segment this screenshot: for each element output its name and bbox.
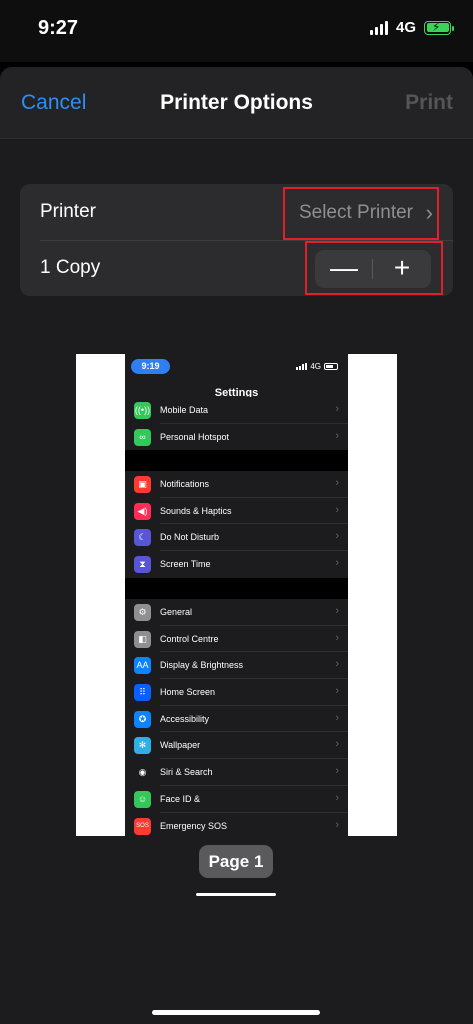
display-icon: AA bbox=[134, 657, 151, 675]
preview-item-label: Personal Hotspot bbox=[160, 431, 230, 442]
signal-icon bbox=[369, 20, 388, 35]
chevron-right-icon: › bbox=[335, 403, 339, 415]
chevron-right-icon: › bbox=[335, 738, 339, 751]
hotspot-icon: ∞ bbox=[134, 428, 151, 446]
nav-bar: Cancel Printer Options Print bbox=[0, 67, 473, 139]
preview-item-label: Face ID & bbox=[160, 793, 201, 804]
flower-icon: ✻ bbox=[134, 737, 151, 755]
preview-battery-icon bbox=[324, 363, 338, 370]
preview-list-item: ◀) Sounds & Haptics › bbox=[125, 498, 348, 525]
highlight-box-select-printer bbox=[283, 187, 439, 240]
preview-network: 4G bbox=[310, 362, 321, 371]
preview-list-item: ▣ Notifications › bbox=[125, 471, 348, 498]
gear-icon: ⚙ bbox=[134, 604, 151, 621]
chevron-right-icon: › bbox=[335, 765, 339, 778]
faceid-icon: ☺ bbox=[134, 790, 151, 808]
status-time: 9:27 bbox=[38, 17, 79, 39]
printer-label: Printer bbox=[40, 201, 96, 222]
preview-item-label: Mobile Data bbox=[160, 405, 209, 415]
options-group: Printer Select Printer › 1 Copy — + bbox=[20, 184, 453, 296]
preview-item-label: Do Not Disturb bbox=[160, 532, 220, 543]
page-badge: Page 1 bbox=[199, 845, 273, 878]
preview-item-label: Sounds & Haptics bbox=[160, 505, 232, 516]
preview-list-item: ✻ Wallpaper › bbox=[125, 732, 348, 760]
preview-screenshot: 9:19 4G Settings ((•)) Mobile Data › ∞ Perso… bbox=[125, 354, 348, 836]
antenna-icon: ((•)) bbox=[134, 402, 151, 419]
preview-list-item: ⧗ Screen Time › bbox=[125, 551, 348, 578]
print-button[interactable]: Print bbox=[405, 91, 453, 115]
preview-list-item: ◧ Control Centre › bbox=[125, 626, 348, 653]
chevron-right-icon: › bbox=[335, 557, 339, 570]
chevron-right-icon: › bbox=[335, 605, 339, 617]
status-indicators: 4G ⚡ bbox=[369, 19, 454, 36]
preview-item-label: Display & Brightness bbox=[160, 660, 244, 671]
page-title: Printer Options bbox=[160, 91, 313, 114]
preview-list-item: ☾ Do Not Disturb › bbox=[125, 524, 348, 552]
preview-list-item: ✪ Accessibility › bbox=[125, 706, 348, 733]
preview-group-notifications: ▣ Notifications › ◀) Sounds & Haptics › ☾ Do No… bbox=[125, 471, 348, 578]
hourglass-icon: ⧗ bbox=[134, 556, 151, 574]
sos-icon: SOS bbox=[134, 817, 151, 835]
copies-label: 1 Copy bbox=[40, 257, 101, 278]
preview-item-label: Emergency SOS bbox=[160, 820, 228, 831]
preview-list-item: AA Display & Brightness › bbox=[125, 652, 348, 680]
highlight-box-stepper bbox=[305, 241, 443, 295]
chevron-right-icon: › bbox=[335, 477, 339, 489]
preview-status-time: 9:19 bbox=[131, 359, 170, 374]
preview-group-connectivity: ((•)) Mobile Data › ∞ Personal Hotspot › bbox=[125, 397, 348, 451]
preview-status-bar: 9:19 4G bbox=[125, 354, 348, 380]
preview-list-item: ◉ Siri & Search › bbox=[125, 759, 348, 786]
siri-icon: ◉ bbox=[134, 764, 151, 782]
preview-list-item: SOS Emergency SOS › bbox=[125, 813, 348, 837]
chevron-right-icon: › bbox=[335, 530, 339, 543]
preview-item-label: Siri & Search bbox=[160, 767, 213, 778]
preview-status-indicators: 4G bbox=[296, 362, 338, 371]
printer-row[interactable]: Printer Select Printer › bbox=[20, 184, 453, 240]
preview-item-label: Screen Time bbox=[160, 559, 211, 570]
home-indicator bbox=[152, 1010, 320, 1015]
preview-list-item: ⠿ Home Screen › bbox=[125, 679, 348, 706]
copies-row: 1 Copy — + bbox=[20, 240, 453, 296]
chevron-right-icon: › bbox=[335, 818, 339, 831]
grid-icon: ⠿ bbox=[134, 684, 151, 702]
toggles-icon: ◧ bbox=[134, 630, 151, 648]
preview-group-general: ⚙ General › ◧ Control Centre › AA Display & Bri… bbox=[125, 599, 348, 836]
notifications-icon: ▣ bbox=[134, 476, 151, 493]
preview-item-label: Accessibility bbox=[160, 713, 210, 724]
preview-list-item: ((•)) Mobile Data › bbox=[125, 397, 348, 424]
print-preview[interactable]: 9:19 4G Settings ((•)) Mobile Data › ∞ Perso… bbox=[76, 354, 397, 836]
chevron-right-icon: › bbox=[335, 503, 339, 516]
preview-item-label: Wallpaper bbox=[160, 740, 201, 751]
battery-icon: ⚡ bbox=[424, 20, 454, 35]
accessibility-icon: ✪ bbox=[134, 710, 151, 728]
preview-list-item: ∞ Personal Hotspot › bbox=[125, 424, 348, 451]
preview-item-label: Notifications bbox=[160, 479, 210, 489]
preview-signal-icon bbox=[296, 363, 308, 370]
preview-item-label: Control Centre bbox=[160, 633, 219, 644]
preview-list-item: ☺ Face ID & › bbox=[125, 786, 348, 813]
chevron-right-icon: › bbox=[335, 685, 339, 698]
preview-home-indicator bbox=[196, 893, 276, 896]
chevron-right-icon: › bbox=[335, 631, 339, 644]
chevron-right-icon: › bbox=[335, 711, 339, 724]
speaker-icon: ◀) bbox=[134, 502, 151, 520]
status-bar: 9:27 4G ⚡ bbox=[0, 0, 473, 62]
network-type: 4G bbox=[395, 19, 416, 36]
chevron-right-icon: › bbox=[335, 429, 339, 442]
preview-list-item: ⚙ General › bbox=[125, 599, 348, 626]
chevron-right-icon: › bbox=[335, 791, 339, 804]
preview-item-label: Home Screen bbox=[160, 687, 216, 698]
moon-icon: ☾ bbox=[134, 529, 151, 547]
chevron-right-icon: › bbox=[335, 658, 339, 671]
preview-item-label: General bbox=[160, 607, 193, 617]
